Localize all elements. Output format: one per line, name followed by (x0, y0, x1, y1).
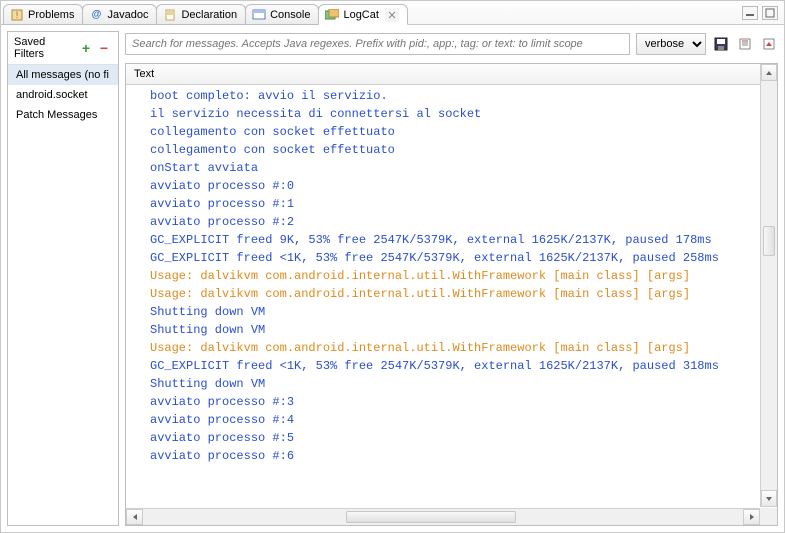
scroll-left-icon[interactable] (126, 509, 143, 525)
saved-filters-panel: Saved Filters + − All messages (no fi an… (7, 31, 119, 526)
log-line[interactable]: GC_EXPLICIT freed <1K, 53% free 2547K/53… (150, 357, 777, 375)
log-line[interactable]: onStart avviata (150, 159, 777, 177)
tab-logcat[interactable]: LogCat (318, 4, 407, 25)
maximize-view-icon[interactable] (762, 6, 778, 20)
minimize-view-icon[interactable] (742, 6, 758, 20)
tabbar-controls (742, 6, 784, 20)
javadoc-icon: @ (89, 8, 103, 22)
console-icon (252, 8, 266, 22)
main-area: Saved Filters + − All messages (no fi an… (1, 25, 784, 532)
log-line[interactable]: Shutting down VM (150, 321, 777, 339)
filter-item[interactable]: Patch Messages (8, 105, 118, 125)
log-toolbar: verbose (125, 31, 778, 63)
tab-label: Console (270, 9, 310, 21)
log-line[interactable]: boot completo: avvio il servizio. (150, 87, 777, 105)
remove-filter-icon[interactable]: − (96, 40, 112, 56)
log-line[interactable]: avviato processo #:4 (150, 411, 777, 429)
log-line[interactable]: il servizio necessita di connettersi al … (150, 105, 777, 123)
saved-filters-header: Saved Filters + − (8, 32, 118, 65)
log-line[interactable]: GC_EXPLICIT freed <1K, 53% free 2547K/53… (150, 249, 777, 267)
search-input[interactable] (125, 33, 630, 55)
scroll-up-icon[interactable] (761, 64, 777, 81)
filter-item[interactable]: android.socket (8, 85, 118, 105)
declaration-icon (163, 8, 177, 22)
horizontal-scrollbar[interactable] (126, 508, 760, 525)
log-line[interactable]: Usage: dalvikvm com.android.internal.uti… (150, 339, 777, 357)
tab-bar: ! Problems @ Javadoc Declaration Console… (1, 1, 784, 25)
log-line[interactable]: GC_EXPLICIT freed 9K, 53% free 2547K/537… (150, 231, 777, 249)
tab-label: Declaration (181, 9, 237, 21)
vertical-scrollbar[interactable] (760, 64, 777, 507)
scroll-corner (760, 508, 777, 525)
scroll-right-icon[interactable] (743, 509, 760, 525)
log-line[interactable]: Shutting down VM (150, 303, 777, 321)
filter-item[interactable]: All messages (no fi (8, 65, 118, 85)
log-level-select[interactable]: verbose (636, 33, 706, 55)
saved-filters-title: Saved Filters (14, 36, 72, 60)
scroll-lock-icon[interactable] (760, 35, 778, 53)
log-line[interactable]: avviato processo #:6 (150, 447, 777, 465)
tab-label: Javadoc (107, 9, 148, 21)
problems-icon: ! (10, 8, 24, 22)
tab-label: LogCat (343, 9, 378, 21)
close-icon[interactable] (385, 8, 399, 22)
svg-text:!: ! (16, 10, 19, 20)
tab-problems[interactable]: ! Problems (3, 4, 83, 25)
tab-label: Problems (28, 9, 74, 21)
log-line[interactable]: collegamento con socket effettuato (150, 141, 777, 159)
log-line[interactable]: collegamento con socket effettuato (150, 123, 777, 141)
log-column-header[interactable]: Text (126, 64, 777, 85)
log-line[interactable]: avviato processo #:1 (150, 195, 777, 213)
log-line[interactable]: avviato processo #:2 (150, 213, 777, 231)
clear-log-icon[interactable] (736, 35, 754, 53)
save-log-icon[interactable] (712, 35, 730, 53)
scroll-down-icon[interactable] (761, 490, 777, 507)
logcat-icon (325, 8, 339, 22)
tab-javadoc[interactable]: @ Javadoc (82, 4, 157, 25)
scroll-thumb[interactable] (346, 511, 516, 523)
log-line[interactable]: Usage: dalvikvm com.android.internal.uti… (150, 285, 777, 303)
log-table: Text boot completo: avvio il servizio.il… (125, 63, 778, 526)
log-line[interactable]: Shutting down VM (150, 375, 777, 393)
log-content: verbose Text boot completo: avvio il ser… (125, 31, 778, 526)
log-line[interactable]: avviato processo #:5 (150, 429, 777, 447)
add-filter-icon[interactable]: + (78, 40, 94, 56)
log-line[interactable]: avviato processo #:3 (150, 393, 777, 411)
log-body[interactable]: boot completo: avvio il servizio.il serv… (126, 85, 777, 525)
log-line[interactable]: Usage: dalvikvm com.android.internal.uti… (150, 267, 777, 285)
tab-console[interactable]: Console (245, 4, 319, 25)
log-line[interactable]: avviato processo #:0 (150, 177, 777, 195)
tab-declaration[interactable]: Declaration (156, 4, 246, 25)
scroll-thumb[interactable] (763, 226, 775, 256)
